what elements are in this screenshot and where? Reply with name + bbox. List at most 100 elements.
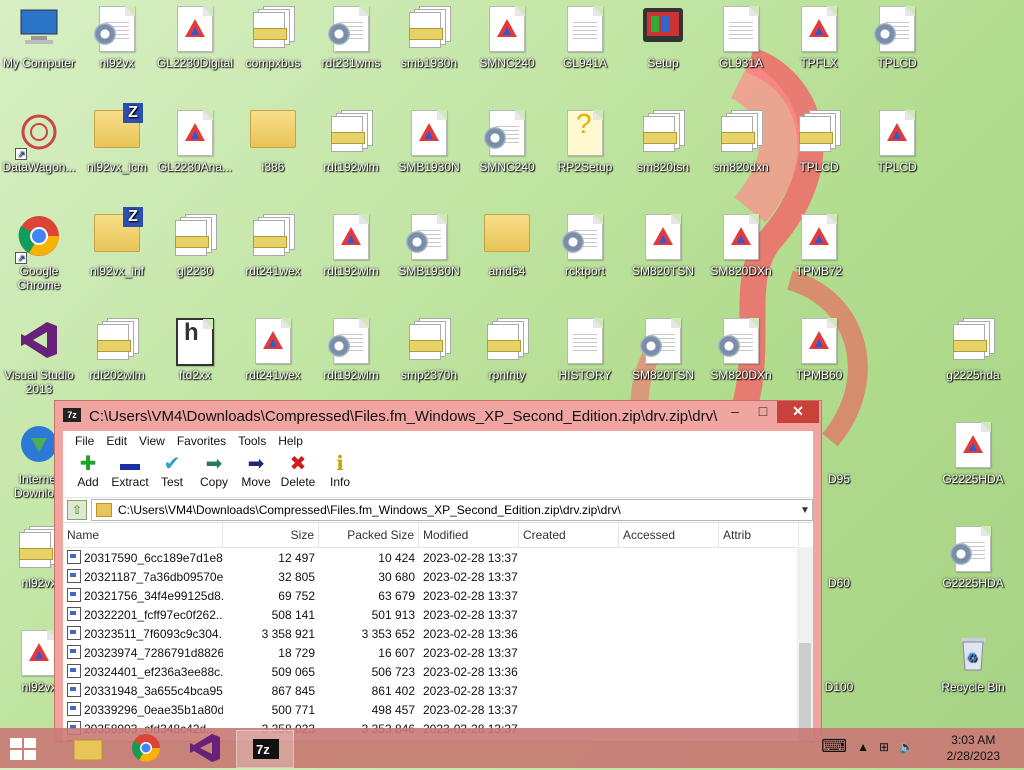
- desktop-icon-sm820tsn-2[interactable]: SM820TSN: [624, 208, 702, 278]
- move-button[interactable]: ➡ Move: [235, 451, 277, 497]
- desktop-icon-tpflx[interactable]: TPFLX: [780, 0, 858, 70]
- desktop-icon-sm820tsn[interactable]: sm820tsn: [624, 104, 702, 174]
- add-button[interactable]: ✚ Add: [67, 451, 109, 497]
- column-created[interactable]: Created: [519, 523, 619, 547]
- desktop-icon-gl931a[interactable]: GL931A: [702, 0, 780, 70]
- test-button[interactable]: ✔ Test: [151, 451, 193, 497]
- menu-view[interactable]: View: [133, 431, 171, 451]
- up-folder-button[interactable]: ⇧: [67, 500, 87, 520]
- table-row[interactable]: 20331948_3a655c4bca95... 867 845 861 402 20…: [63, 681, 813, 700]
- taskbar-visual-studio[interactable]: [176, 730, 232, 766]
- desktop-icon-nl92vx-inf[interactable]: Z nl92vx_inf: [78, 207, 156, 278]
- menu-help[interactable]: Help: [272, 431, 309, 451]
- desktop-icon-gl2230ana[interactable]: GL2230Ana...: [156, 104, 234, 174]
- menu-tools[interactable]: Tools: [232, 431, 272, 451]
- taskbar-7zip[interactable]: 7z: [236, 730, 294, 768]
- desktop-icon-rcktport[interactable]: rcktport: [546, 208, 624, 278]
- desktop-icon-tpmb72[interactable]: TPMB72: [780, 208, 858, 278]
- scrollbar-thumb[interactable]: [799, 643, 811, 741]
- chevron-down-icon[interactable]: ▼: [798, 505, 812, 516]
- table-row[interactable]: 20323511_7f6093c9c304... 3 358 921 3 353 6…: [63, 624, 813, 643]
- keyboard-icon[interactable]: ⌨: [821, 736, 847, 757]
- desktop-icon-rdt231wms[interactable]: rdt231wms: [312, 0, 390, 70]
- desktop-icon-i386[interactable]: i386: [234, 104, 312, 174]
- 7zip-app-icon[interactable]: 7z: [63, 408, 81, 422]
- desktop-icon-rp2setup[interactable]: ? RP2Setup: [546, 104, 624, 175]
- desktop-icon-label: DataWagon...: [2, 160, 76, 174]
- table-row[interactable]: 20324401_ef236a3ee88c... 509 065 506 723 20…: [63, 662, 813, 681]
- desktop-icon-google-chrome[interactable]: ↗ Google Chrome: [0, 208, 78, 292]
- desktop-icon-rdt192wlm[interactable]: rdt192wlm: [312, 104, 390, 174]
- desktop-icon-sm820tsn-3[interactable]: SM820TSN: [624, 312, 702, 382]
- desktop-icon-smnc240-2[interactable]: SMNC240: [468, 104, 546, 174]
- desktop-icon-visual-studio[interactable]: Visual Studio 2013: [0, 312, 78, 396]
- extract-button[interactable]: ▬ Extract: [109, 451, 151, 497]
- desktop-icon-tplcd-3[interactable]: TPLCD: [858, 104, 936, 174]
- column-packed-size[interactable]: Packed Size: [319, 523, 419, 547]
- taskbar-chrome[interactable]: [118, 730, 174, 766]
- desktop-icon-rdt192wlm-3[interactable]: rdt192wlm: [312, 312, 390, 382]
- minimize-button[interactable]: –: [721, 401, 749, 423]
- desktop-icon-sm820dxn[interactable]: sm820dxn: [702, 104, 780, 174]
- desktop-icon-gl941a[interactable]: GL941A: [546, 0, 624, 70]
- vertical-scrollbar[interactable]: [797, 547, 813, 741]
- desktop-icon-rdt241wex[interactable]: rdt241wex: [234, 208, 312, 278]
- column-attrib[interactable]: Attrib: [719, 523, 799, 547]
- desktop-icon-g2225hda[interactable]: g2225hda: [934, 312, 1012, 382]
- desktop-icon-gl2230[interactable]: gl2230: [156, 208, 234, 278]
- desktop-icon-compxbus[interactable]: compxbus: [234, 0, 312, 70]
- desktop-icon-sm820dxn-2[interactable]: SM820DXn: [702, 208, 780, 278]
- desktop-icon-nl92vx-icm[interactable]: Z nl92vx_icm: [78, 103, 156, 174]
- clock[interactable]: 3:03 AM 2/28/2023: [947, 732, 1000, 764]
- desktop-icon-tpmb60[interactable]: TPMB60: [780, 312, 858, 382]
- desktop-icon-rdt202wlm[interactable]: rdt202wlm: [78, 312, 156, 382]
- desktop-icon-rdt192wlm-2[interactable]: rdt192wlm: [312, 208, 390, 278]
- desktop-icon-g2225hda-2[interactable]: G2225HDA: [934, 416, 1012, 486]
- desktop-icon-my-computer[interactable]: My Computer: [0, 0, 78, 70]
- desktop-icon-amd64[interactable]: amd64: [468, 208, 546, 278]
- desktop-icon-sm820dxn-3[interactable]: SM820DXn: [702, 312, 780, 382]
- taskbar-file-explorer[interactable]: [60, 730, 116, 766]
- menu-file[interactable]: File: [69, 431, 100, 451]
- table-row[interactable]: 20339296_0eae35b1a80d... 500 771 498 457 20…: [63, 700, 813, 719]
- table-row[interactable]: 20317590_6cc189e7d1e8... 12 497 10 424 2023…: [63, 548, 813, 567]
- title-bar[interactable]: 7z C:\Users\VM4\Downloads\Compressed\Fil…: [55, 401, 821, 431]
- desktop-icon-datawagon[interactable]: ↗ DataWagon...: [0, 104, 78, 174]
- column-modified[interactable]: Modified: [419, 523, 519, 547]
- desktop-icon-nl92vx[interactable]: nl92vx: [78, 0, 156, 70]
- close-button[interactable]: ✕: [777, 401, 819, 423]
- address-combobox[interactable]: C:\Users\VM4\Downloads\Compressed\Files.…: [91, 499, 813, 521]
- menu-favorites[interactable]: Favorites: [171, 431, 232, 451]
- desktop-icon-tplcd-2[interactable]: TPLCD: [780, 104, 858, 174]
- table-row[interactable]: 20321756_34f4e99125d8... 69 752 63 679 2023…: [63, 586, 813, 605]
- desktop-icon-smp2370h[interactable]: smp2370h: [390, 312, 468, 382]
- table-row[interactable]: 20323974_7286791d8826... 18 729 16 607 2023…: [63, 643, 813, 662]
- volume-icon[interactable]: 🔈: [899, 740, 914, 754]
- desktop-icon-g2225hda-3[interactable]: G2225HDA: [934, 520, 1012, 590]
- desktop-icon-tplcd[interactable]: TPLCD: [858, 0, 936, 70]
- desktop-icon-recycle-bin[interactable]: ♻ Recycle Bin: [934, 624, 1012, 694]
- network-icon[interactable]: ⊞: [879, 740, 889, 754]
- table-row[interactable]: 20321187_7a36db09570e... 32 805 30 680 2023…: [63, 567, 813, 586]
- column-name[interactable]: Name: [63, 523, 223, 547]
- desktop-icon-smb1930n[interactable]: smb1930n: [390, 0, 468, 70]
- desktop-icon-ftd2xx[interactable]: h ftd2xx: [156, 312, 234, 382]
- column-accessed[interactable]: Accessed: [619, 523, 719, 547]
- start-button[interactable]: [10, 738, 36, 760]
- table-row[interactable]: 20322201_fcff97ec0f262... 508 141 501 913 2…: [63, 605, 813, 624]
- column-size[interactable]: Size: [223, 523, 319, 547]
- desktop-icon-history[interactable]: HISTORY: [546, 312, 624, 382]
- copy-button[interactable]: ➡ Copy: [193, 451, 235, 497]
- desktop-icon-smnc240[interactable]: SMNC240: [468, 0, 546, 70]
- desktop-icon-setup[interactable]: Setup: [624, 0, 702, 70]
- desktop-icon-smb1930n-2[interactable]: SMB1930N: [390, 104, 468, 174]
- menu-edit[interactable]: Edit: [100, 431, 133, 451]
- delete-button[interactable]: ✖ Delete: [277, 451, 319, 497]
- maximize-button[interactable]: □: [749, 401, 777, 423]
- desktop-icon-rdt241wex-2[interactable]: rdt241wex: [234, 312, 312, 382]
- desktop-icon-rpnfnty[interactable]: rpnfnty: [468, 312, 546, 382]
- desktop-icon-smb1930n-3[interactable]: SMB1930N: [390, 208, 468, 278]
- desktop-icon-gl2230digital[interactable]: GL2230Digital: [156, 0, 234, 70]
- chevron-up-icon[interactable]: ▲: [857, 740, 869, 754]
- info-button[interactable]: ℹ Info: [319, 451, 361, 497]
